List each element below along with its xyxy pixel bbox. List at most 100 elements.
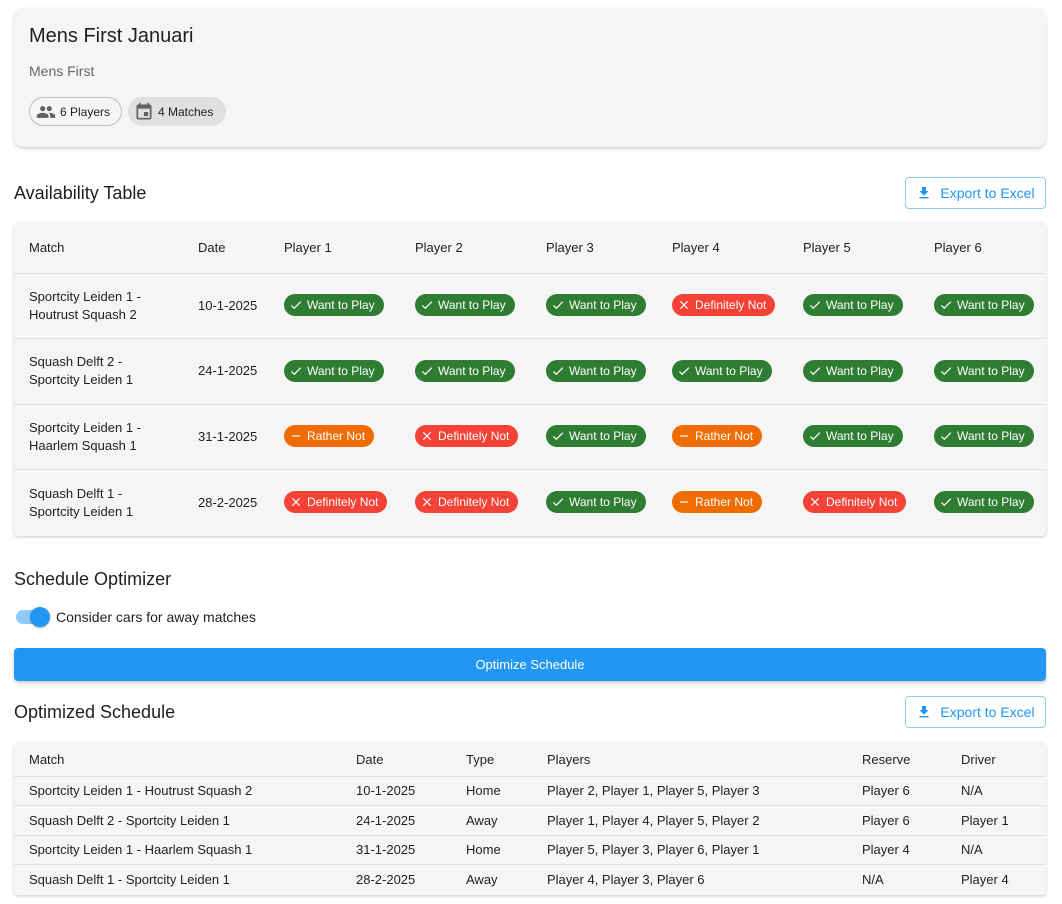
consider-cars-label: Consider cars for away matches (56, 609, 256, 625)
status-label: Want to Play (957, 429, 1025, 444)
reserve-cell: Player 6 (847, 776, 946, 806)
status-label: Want to Play (826, 298, 894, 313)
availability-cell: Want to Play (793, 273, 924, 339)
driver-cell: Player 1 (946, 805, 1046, 836)
availability-status-chip[interactable]: Want to Play (546, 491, 646, 513)
minus-icon (679, 435, 689, 437)
availability-status-chip[interactable]: Rather Not (672, 491, 763, 513)
schedule-row: Squash Delft 1 - Sportcity Leiden 1 28-2-… (14, 865, 1046, 895)
column-header: Player 3 (536, 223, 662, 274)
schedule-table-card: Match Date Type Players Reserve Driver S… (14, 743, 1046, 895)
availability-status-chip[interactable]: Definitely Not (415, 491, 519, 513)
availability-cell: Rather Not (274, 404, 405, 470)
availability-cell: Definitely Not (662, 273, 793, 339)
schedule-row: Squash Delft 2 - Sportcity Leiden 1 24-1-… (14, 805, 1046, 836)
availability-status-chip[interactable]: Want to Play (803, 294, 903, 317)
match-line: Sportcity Leiden 1 (29, 372, 134, 388)
availability-status-chip[interactable]: Want to Play (934, 425, 1034, 448)
status-label: Want to Play (307, 298, 375, 313)
match-cell: Sportcity Leiden 1 - Haarlem Squash 1 (14, 835, 341, 865)
date-cell: 28-2-2025 (356, 872, 416, 887)
availability-status-chip[interactable]: Want to Play (546, 425, 646, 448)
match-cell: Squash Delft 2 - Sportcity Leiden 1 (14, 805, 341, 836)
reserve-cell: N/A (862, 872, 884, 887)
column-header: Players (532, 743, 847, 777)
check-icon (809, 432, 821, 441)
minus-icon (679, 501, 689, 503)
column-header: Player 4 (662, 223, 793, 274)
availability-status-chip[interactable]: Want to Play (415, 294, 515, 317)
availability-cell: Want to Play (405, 273, 536, 339)
availability-status-chip[interactable]: Want to Play (934, 359, 1034, 382)
check-icon (290, 367, 302, 375)
check-icon (552, 367, 564, 375)
availability-status-chip[interactable]: Rather Not (284, 425, 375, 448)
availability-cell: Want to Play (924, 273, 1046, 339)
schedule-export-button[interactable]: Export to Excel (905, 696, 1046, 728)
driver-cell: N/A (946, 835, 1046, 865)
players-chip[interactable]: 6 Players (29, 97, 122, 126)
consider-cars-toggle[interactable] (14, 607, 50, 627)
availability-status-chip[interactable]: Want to Play (934, 491, 1034, 513)
availability-cell: Want to Play (536, 470, 662, 536)
status-label: Definitely Not (438, 429, 510, 444)
column-header: Date (341, 743, 451, 777)
availability-status-chip[interactable]: Definitely Not (415, 425, 519, 448)
column-header: Reserve (847, 743, 946, 777)
availability-export-button[interactable]: Export to Excel (905, 177, 1046, 209)
date-cell: 31-1-2025 (341, 835, 451, 865)
status-label: Want to Play (569, 363, 637, 378)
column-header: Player 1 (274, 223, 405, 274)
availability-status-chip[interactable]: Want to Play (415, 359, 515, 382)
availability-status-chip[interactable]: Want to Play (284, 359, 384, 382)
availability-header-row: Match Date Player 1 Player 2 Player 3 Pl… (14, 223, 1046, 274)
status-label: Rather Not (307, 429, 366, 444)
date-cell: 24-1-2025 (183, 338, 274, 405)
availability-title: Availability Table (14, 183, 147, 203)
availability-status-chip[interactable]: Want to Play (546, 359, 646, 382)
toggle-thumb (30, 607, 50, 627)
match-cell: Squash Delft 1 - Sportcity Leiden 1 (14, 470, 183, 536)
optimize-schedule-button[interactable]: Optimize Schedule (14, 648, 1046, 681)
availability-cell: Want to Play (924, 470, 1046, 536)
status-label: Definitely Not (438, 495, 510, 509)
availability-status-chip[interactable]: Want to Play (672, 359, 772, 382)
status-label: Want to Play (957, 495, 1025, 509)
status-label: Want to Play (569, 495, 637, 509)
match-cell: Squash Delft 2 - Sportcity Leiden 1 (14, 338, 183, 405)
matches-chip[interactable]: 4 Matches (128, 97, 226, 126)
availability-cell: Definitely Not (793, 470, 924, 536)
availability-status-chip[interactable]: Want to Play (803, 359, 903, 382)
availability-status-chip[interactable]: Want to Play (546, 294, 646, 317)
close-icon (679, 301, 689, 310)
match-cell: Sportcity Leiden 1 - Haarlem Squash 1 (14, 404, 183, 470)
availability-status-chip[interactable]: Want to Play (934, 294, 1034, 317)
availability-cell: Want to Play (274, 338, 405, 405)
availability-cell: Rather Not (662, 470, 793, 536)
availability-status-chip[interactable]: Want to Play (803, 425, 903, 448)
status-label: Want to Play (826, 429, 894, 444)
type-cell: Away (466, 872, 498, 887)
status-label: Definitely Not (826, 495, 898, 509)
availability-status-chip[interactable]: Definitely Not (672, 294, 776, 317)
status-label: Want to Play (569, 298, 637, 313)
availability-status-chip[interactable]: Definitely Not (803, 491, 907, 513)
page-title: Mens First Januari (29, 25, 194, 47)
match-line: Squash Delft 1 - (29, 485, 123, 501)
status-label: Definitely Not (695, 298, 767, 313)
column-header: Player 6 (924, 223, 1046, 274)
date-cell: 10-1-2025 (341, 776, 451, 806)
availability-cell: Definitely Not (405, 470, 536, 536)
availability-cell: Want to Play (536, 338, 662, 405)
availability-status-chip[interactable]: Definitely Not (284, 491, 388, 513)
availability-row: Squash Delft 1 - Sportcity Leiden 1 28-2-2… (14, 470, 1046, 536)
availability-status-chip[interactable]: Want to Play (284, 294, 384, 317)
check-icon (421, 301, 433, 310)
players-cell: Player 2, Player 1, Player 5, Player 3 (532, 776, 847, 806)
match-line: Haarlem Squash 1 (29, 437, 137, 453)
schedule-header-row: Match Date Type Players Reserve Driver (14, 743, 1046, 777)
check-icon (940, 367, 952, 375)
availability-status-chip[interactable]: Rather Not (672, 425, 763, 448)
match-cell: Sportcity Leiden 1 - Houtrust Squash 2 (14, 776, 341, 806)
download-icon (919, 187, 930, 199)
